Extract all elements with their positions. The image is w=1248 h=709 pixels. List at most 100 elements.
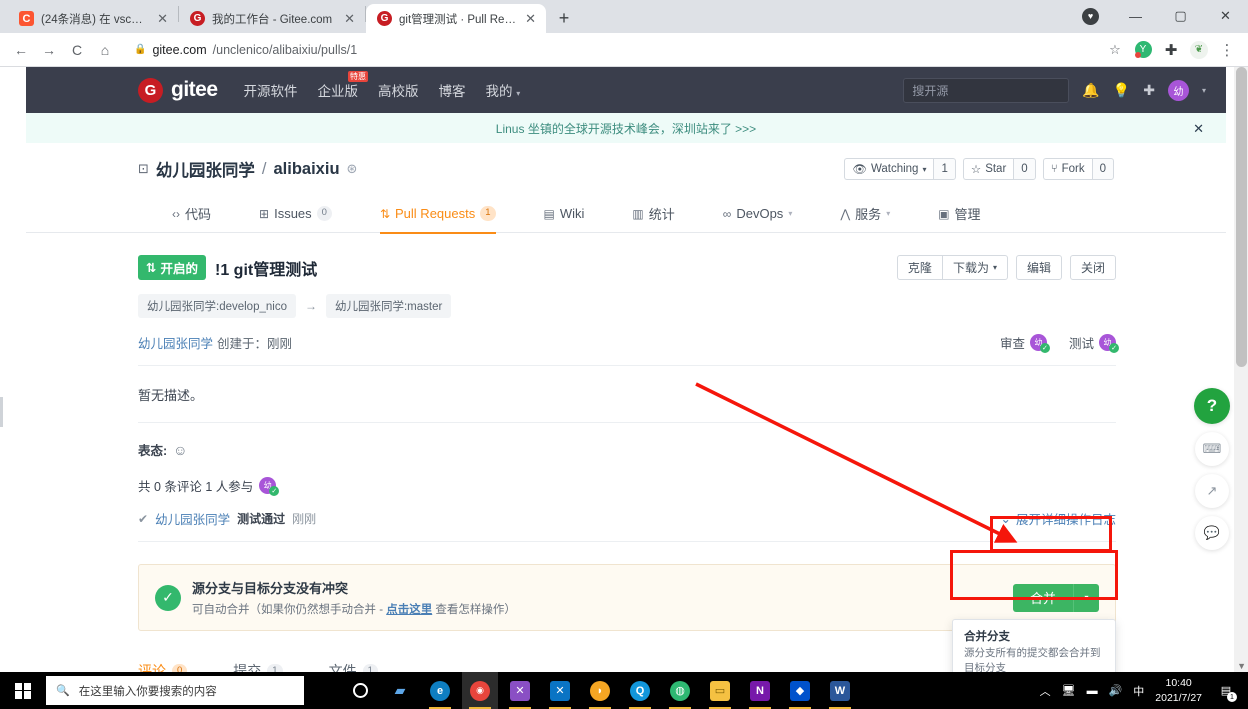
- nav-item-opensource[interactable]: 开源软件: [244, 80, 298, 100]
- minimize-button[interactable]: —: [1113, 0, 1158, 32]
- nav-item-education[interactable]: 高校版: [378, 80, 419, 100]
- watch-button-group[interactable]: 👁 Watching ▾ 1: [844, 158, 956, 180]
- source-branch-chip[interactable]: 幼儿园张同学:develop_nico: [138, 294, 296, 318]
- tab-statistics[interactable]: ▥ 统计: [632, 195, 674, 233]
- edge-icon[interactable]: e: [422, 672, 458, 709]
- tab-pull-requests[interactable]: ⇅ Pull Requests 1: [379, 195, 496, 234]
- qq-icon[interactable]: Q: [622, 672, 658, 709]
- clone-button[interactable]: 克隆: [896, 255, 943, 280]
- battery-icon[interactable]: ▬: [1087, 685, 1098, 697]
- browser-tab-0[interactable]: C (24条消息) 在 vscode 中使用 Gi ✕: [8, 4, 178, 33]
- fork-button[interactable]: ⑂ Fork: [1042, 158, 1092, 180]
- tray-chevron-up-icon[interactable]: ︿: [1040, 683, 1051, 699]
- banner-text[interactable]: Linus 坐镇的全球开源技术峰会，深圳站来了 >>>: [496, 120, 756, 137]
- chat-icon[interactable]: 💬: [1195, 516, 1229, 550]
- reviewer-avatar[interactable]: 幼: [1029, 334, 1050, 353]
- close-window-button[interactable]: ✕: [1203, 0, 1248, 32]
- user-avatar[interactable]: 幼: [1167, 79, 1189, 101]
- feedback-code-icon[interactable]: ⌨: [1195, 432, 1229, 466]
- share-icon[interactable]: ↗: [1195, 474, 1229, 508]
- gitee-logo[interactable]: G gitee: [138, 77, 218, 103]
- heart-icon[interactable]: ♥: [1068, 0, 1113, 32]
- star-button[interactable]: ☆ Star: [962, 158, 1014, 180]
- ime-indicator[interactable]: 中: [1133, 683, 1144, 699]
- youdao-extension-icon[interactable]: Y: [1130, 37, 1156, 63]
- network-icon[interactable]: 🖥: [1062, 684, 1076, 697]
- cortana-icon[interactable]: [342, 672, 378, 709]
- sourcetree-icon[interactable]: ◆: [782, 672, 818, 709]
- log-author-link[interactable]: 幼儿园张同学: [155, 509, 230, 528]
- chart-icon: ▥: [632, 206, 644, 221]
- explorer-icon[interactable]: ▭: [702, 672, 738, 709]
- gitee-search-input[interactable]: 搜开源: [903, 77, 1070, 103]
- left-edge-marker: [0, 397, 3, 427]
- notification-center-icon[interactable]: ▤ 1: [1213, 672, 1239, 709]
- page-scrollbar-track[interactable]: ▼: [1234, 67, 1248, 672]
- tab-commits[interactable]: 提交 1: [233, 653, 283, 672]
- pr-author-link[interactable]: 幼儿园张同学: [138, 333, 213, 352]
- lightbulb-icon[interactable]: 💡: [1113, 82, 1130, 99]
- extensions-puzzle-icon[interactable]: ✚: [1158, 37, 1184, 63]
- tab-files[interactable]: 文件 1: [329, 653, 378, 672]
- tab-services[interactable]: ⋀ 服务 ▾: [840, 195, 890, 233]
- tab-devops[interactable]: ∞ DevOps ▾: [723, 195, 793, 233]
- volume-icon[interactable]: 🔊: [1109, 684, 1123, 697]
- banner-close-icon[interactable]: ✕: [1193, 121, 1204, 137]
- clock[interactable]: 10:40 2021/7/27: [1155, 676, 1202, 704]
- edit-button[interactable]: 编辑: [1015, 255, 1062, 280]
- nav-item-blog[interactable]: 博客: [439, 80, 466, 100]
- merge-help-link[interactable]: 点击这里: [386, 604, 432, 616]
- tab-close-icon[interactable]: ✕: [523, 12, 538, 25]
- reload-icon[interactable]: C: [64, 37, 90, 63]
- browser-icon[interactable]: ◍: [662, 672, 698, 709]
- browser-tab-2[interactable]: G git管理测试 · Pull Request !1 · 幼 ✕: [366, 4, 546, 33]
- download-as-button[interactable]: 下载为 ▾: [942, 255, 1008, 280]
- browser-menu-icon[interactable]: ⋮: [1214, 37, 1240, 63]
- browser-tab-1[interactable]: G 我的工作台 - Gitee.com ✕: [179, 4, 365, 33]
- address-bar[interactable]: 🔒 gitee.com/unclenico/alibaixiu/pulls/1: [126, 38, 1096, 62]
- task-view-icon[interactable]: ▰: [382, 672, 418, 709]
- tab-close-icon[interactable]: ✕: [155, 12, 170, 25]
- bookmark-star-icon[interactable]: ☆: [1102, 37, 1128, 63]
- back-icon[interactable]: ←: [8, 37, 34, 63]
- emoji-icon[interactable]: ☺: [173, 442, 187, 458]
- tab-code[interactable]: ‹› 代码: [172, 195, 211, 233]
- dropdown-item-merge-branch[interactable]: 合并分支 源分支所有的提交都会合并到目标分支: [953, 620, 1115, 672]
- repo-name-link[interactable]: alibaixiu: [274, 160, 340, 179]
- close-pr-button[interactable]: 关闭: [1069, 255, 1116, 280]
- onenote-icon[interactable]: N: [742, 672, 778, 709]
- bell-icon[interactable]: 🔔: [1082, 82, 1099, 99]
- start-button[interactable]: [0, 672, 46, 709]
- repo-owner-link[interactable]: 幼儿园张同学: [156, 157, 255, 181]
- nav-item-enterprise[interactable]: 企业版 特惠: [318, 71, 369, 100]
- home-icon[interactable]: ⌂: [92, 37, 118, 63]
- help-button[interactable]: ?: [1194, 388, 1230, 424]
- tester-avatar[interactable]: 幼: [1099, 334, 1119, 353]
- star-button-group[interactable]: ☆ Star 0: [962, 158, 1036, 180]
- participant-avatar[interactable]: 幼: [259, 477, 280, 496]
- target-branch-chip[interactable]: 幼儿园张同学:master: [325, 294, 452, 318]
- tab-close-icon[interactable]: ✕: [342, 12, 357, 25]
- chrome-icon[interactable]: ◉: [462, 672, 498, 709]
- leaf-extension-icon[interactable]: ❦: [1186, 37, 1212, 63]
- forward-icon[interactable]: →: [36, 37, 62, 63]
- log-time: 刚刚: [292, 512, 317, 526]
- sublime-icon[interactable]: ◗: [582, 672, 618, 709]
- watch-button[interactable]: 👁 Watching ▾: [844, 158, 934, 180]
- tab-comments[interactable]: 评论 0: [138, 653, 188, 672]
- nav-item-mine[interactable]: 我的 ▾: [486, 80, 521, 100]
- new-tab-button[interactable]: +: [550, 4, 578, 32]
- tab-issues[interactable]: ⊞ Issues 0: [259, 195, 332, 233]
- fork-button-group[interactable]: ⑂ Fork 0: [1042, 158, 1114, 180]
- page-scrollbar-thumb[interactable]: [1236, 67, 1247, 367]
- taskbar-search-input[interactable]: 🔍 在这里输入你要搜索的内容: [46, 676, 304, 705]
- tab-wiki[interactable]: ▤ Wiki: [544, 195, 585, 233]
- scroll-down-arrow-icon[interactable]: ▼: [1237, 661, 1246, 671]
- word-icon[interactable]: W: [822, 672, 858, 709]
- tab-management[interactable]: ▣ 管理: [938, 195, 980, 233]
- visual-studio-icon[interactable]: ✕: [502, 672, 538, 709]
- avatar-chevron-down-icon[interactable]: ▾: [1202, 86, 1206, 95]
- vscode-icon[interactable]: ✕: [542, 672, 578, 709]
- plus-icon[interactable]: ✚: [1143, 82, 1155, 99]
- maximize-button[interactable]: ▢: [1158, 0, 1203, 32]
